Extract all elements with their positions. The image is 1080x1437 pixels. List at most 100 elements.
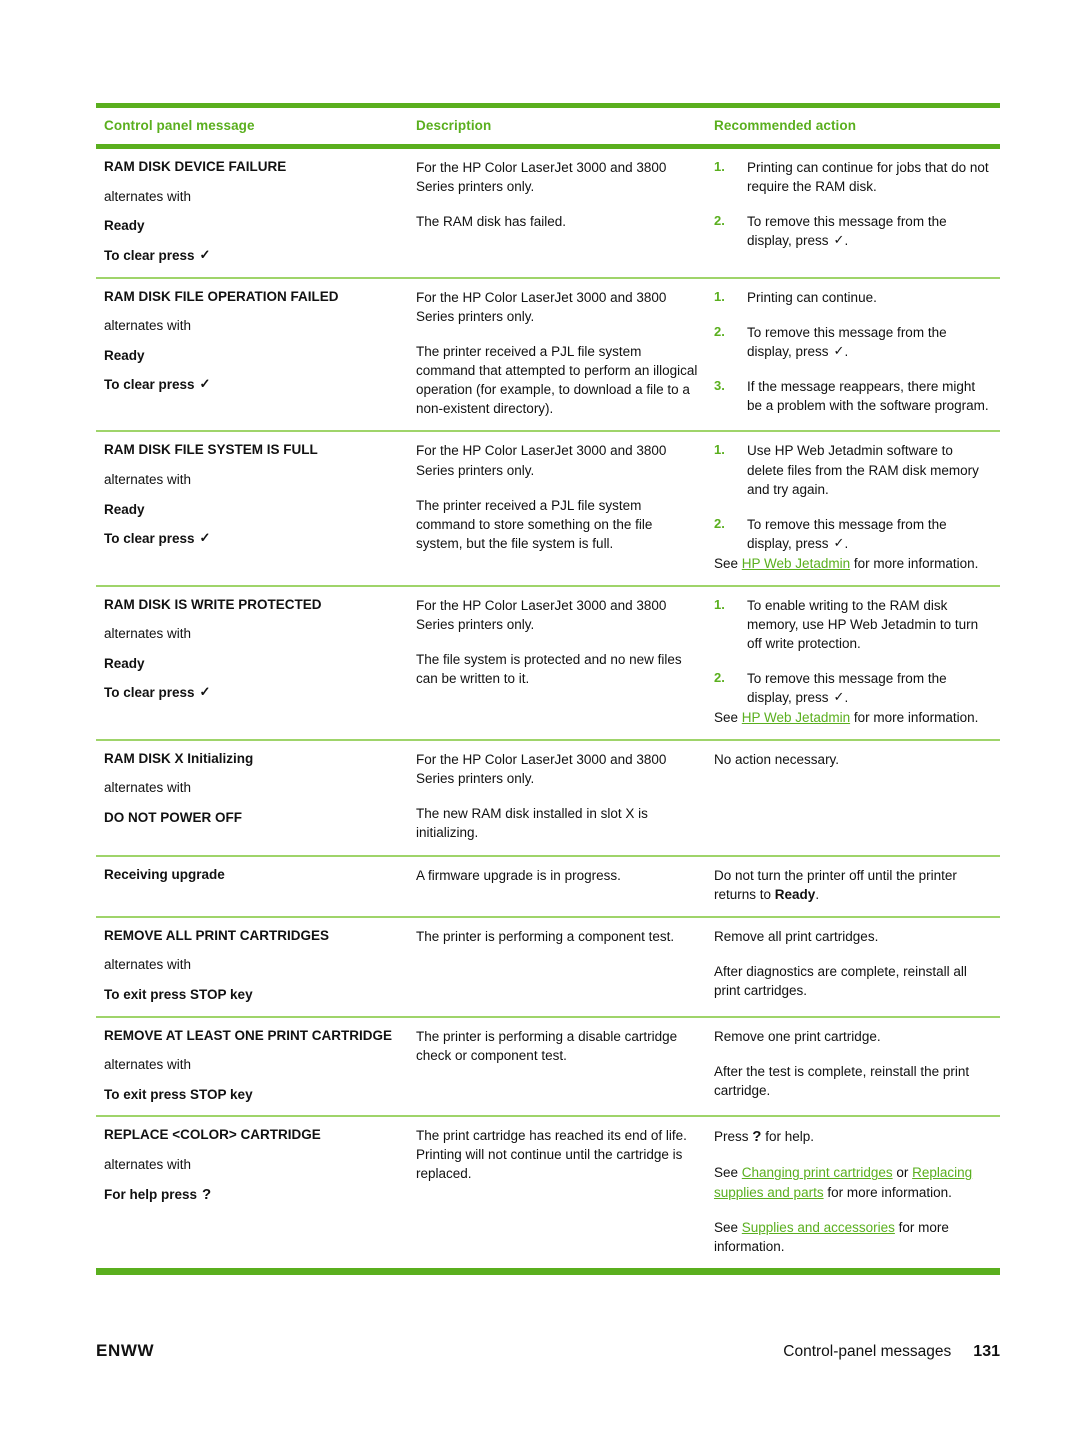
control-panel-message-line: To clear press ✓ (104, 684, 211, 701)
action-note: See Supplies and accessories for more in… (714, 1219, 949, 1254)
table-row: Receiving upgrade A firmware upgrade is i… (96, 857, 1000, 916)
control-panel-message-line: Ready (104, 655, 145, 671)
footer-enww: ENWW (96, 1341, 155, 1360)
action-paragraph: Press ? for help. (714, 1128, 814, 1146)
control-panel-message-line: Ready (104, 501, 145, 517)
control-panel-message-line: alternates with (104, 1156, 192, 1172)
table-row: REMOVE ALL PRINT CARTRIDGES alternates wi… (96, 918, 1000, 1016)
cell-control-panel-message: RAM DISK IS WRITE PROTECTED alternates wi… (96, 587, 408, 739)
checkmark-icon: ✓ (833, 689, 845, 705)
table-row: REPLACE <COLOR> CARTRIDGE alternates with… (96, 1117, 1000, 1268)
header-cell-message: Control panel message (96, 108, 408, 144)
action-step: 3. If the message reappears, there might … (714, 378, 989, 414)
help-question-icon: ? (202, 1186, 212, 1204)
control-panel-message-line: To exit press STOP key (104, 986, 253, 1002)
help-question-icon: ? (752, 1128, 762, 1146)
table-row: RAM DISK FILE OPERATION FAILED alternates… (96, 279, 1000, 431)
cross-reference-link[interactable]: HP Web Jetadmin (742, 556, 850, 571)
control-panel-message-line: alternates with (104, 472, 192, 488)
control-panel-message-line: To clear press ✓ (104, 246, 211, 263)
recommended-action-list: 1. Printing can continue for jobs that do… (714, 158, 990, 251)
footer-section-and-page: Control-panel messages 131 (783, 1343, 1000, 1361)
checkmark-icon: ✓ (199, 376, 211, 392)
cell-recommended-action: 1. Printing can continue. 2. To remove this… (708, 279, 1000, 431)
cell-control-panel-message: RAM DISK FILE OPERATION FAILED alternates… (96, 279, 408, 431)
table-header-row: Control panel message Description Recomm… (96, 108, 1000, 144)
control-panel-message-line: RAM DISK FILE OPERATION FAILED (104, 288, 339, 304)
control-panel-message-line: Ready (104, 347, 145, 363)
description-paragraph: For the HP Color LaserJet 3000 and 3800 … (416, 160, 667, 195)
cell-control-panel-message: REMOVE ALL PRINT CARTRIDGES alternates wi… (96, 918, 408, 1016)
checkmark-icon: ✓ (199, 246, 211, 262)
description-paragraph: The new RAM disk installed in slot X is … (416, 806, 648, 841)
footer-page-number: 131 (973, 1343, 1000, 1360)
control-panel-message-line: DO NOT POWER OFF (104, 810, 242, 826)
action-step: 1. Printing can continue. (714, 288, 877, 305)
cell-description: For the HP Color LaserJet 3000 and 3800 … (408, 587, 708, 739)
action-step: 2. To remove this message from the displa… (714, 323, 947, 359)
recommended-action-list: 1. Use HP Web Jetadmin software to delete… (714, 441, 990, 553)
cell-recommended-action: Remove all print cartridges. After diagno… (708, 918, 1000, 1016)
cell-description: For the HP Color LaserJet 3000 and 3800 … (408, 149, 708, 277)
description-paragraph: The printer is performing a disable cart… (416, 1028, 678, 1063)
cell-recommended-action: No action necessary. (708, 741, 1000, 855)
action-paragraph: No action necessary. (714, 751, 840, 767)
control-panel-message-line: Receiving upgrade (104, 866, 225, 882)
table-row: RAM DISK FILE SYSTEM IS FULL alternates w… (96, 432, 1000, 584)
description-paragraph: The printer is performing a component te… (416, 928, 675, 944)
action-step: 2. To remove this message from the displa… (714, 515, 947, 552)
checkmark-icon: ✓ (833, 232, 845, 248)
cell-description: A firmware upgrade is in progress. (408, 857, 708, 916)
action-paragraph: Do not turn the printer off until the pr… (714, 867, 957, 902)
checkmark-icon: ✓ (199, 684, 211, 700)
action-paragraph: Remove all print cartridges. (714, 928, 879, 944)
control-panel-message-table: Control panel message Description Recomm… (96, 103, 1000, 1276)
action-note: See HP Web Jetadmin for more information… (714, 555, 979, 571)
control-panel-message-line: RAM DISK DEVICE FAILURE (104, 159, 287, 174)
action-step-number: 2. (714, 213, 725, 229)
cell-recommended-action: Do not turn the printer off until the pr… (708, 857, 1000, 916)
control-panel-message-line: alternates with (104, 957, 192, 973)
control-panel-message-line: alternates with (104, 1057, 192, 1073)
cell-recommended-action: Remove one print cartridge. After the tes… (708, 1018, 1000, 1116)
action-step: 2. To remove this message from the displa… (714, 213, 947, 249)
action-step-number: 1. (714, 442, 725, 458)
cell-control-panel-message: RAM DISK FILE SYSTEM IS FULL alternates w… (96, 432, 408, 584)
cross-reference-link[interactable]: Changing print cartridges (742, 1165, 893, 1180)
footer-section-title: Control-panel messages (783, 1343, 952, 1360)
cell-description: The printer is performing a component te… (408, 918, 708, 1016)
table-row: RAM DISK X Initializing alternates with DO… (96, 741, 1000, 855)
cell-description: For the HP Color LaserJet 3000 and 3800 … (408, 741, 708, 855)
header-label-action: Recommended action (714, 118, 857, 133)
cross-reference-link[interactable]: HP Web Jetadmin (742, 710, 850, 725)
control-panel-message-line: Ready (104, 218, 145, 234)
control-panel-message-line: For help press? (104, 1186, 212, 1204)
cell-recommended-action: Press ? for help. See Changing print cart… (708, 1117, 1000, 1268)
description-paragraph: For the HP Color LaserJet 3000 and 3800 … (416, 751, 667, 787)
inline-emphasis: Ready (774, 886, 816, 902)
cell-description: For the HP Color LaserJet 3000 and 3800 … (408, 279, 708, 431)
cross-reference-link[interactable]: Supplies and accessories (742, 1220, 895, 1235)
header-label-description: Description (416, 118, 492, 133)
action-paragraph: After the test is complete, reinstall th… (714, 1063, 970, 1098)
description-paragraph: The print cartridge has reached its end … (416, 1128, 687, 1182)
control-panel-message-line: RAM DISK IS WRITE PROTECTED (104, 596, 322, 612)
action-step: 1. To enable writing to the RAM disk memo… (714, 596, 979, 652)
document-page: Control panel message Description Recomm… (0, 0, 1080, 1437)
checkmark-icon: ✓ (833, 342, 845, 358)
control-panel-message-line: alternates with (104, 188, 192, 204)
cell-control-panel-message: REMOVE AT LEAST ONE PRINT CARTRIDGE alter… (96, 1018, 408, 1116)
control-panel-message-line: RAM DISK X Initializing (104, 750, 254, 766)
control-panel-message-line: To clear press ✓ (104, 530, 211, 547)
action-step: 1. Printing can continue for jobs that do… (714, 159, 989, 195)
description-paragraph: For the HP Color LaserJet 3000 and 3800 … (416, 289, 667, 324)
table-row: RAM DISK DEVICE FAILURE alternates with Re… (96, 149, 1000, 277)
header-label-message: Control panel message (104, 118, 255, 133)
cell-description: The print cartridge has reached its end … (408, 1117, 708, 1268)
description-paragraph: The file system is protected and no new … (416, 652, 682, 687)
control-panel-message-line: To exit press STOP key (104, 1086, 253, 1102)
cell-control-panel-message: REPLACE <COLOR> CARTRIDGE alternates with… (96, 1117, 408, 1268)
cell-control-panel-message: RAM DISK DEVICE FAILURE alternates with Re… (96, 149, 408, 277)
control-panel-message-line: REPLACE <COLOR> CARTRIDGE (104, 1127, 321, 1143)
control-panel-message-line: To clear press ✓ (104, 376, 211, 393)
